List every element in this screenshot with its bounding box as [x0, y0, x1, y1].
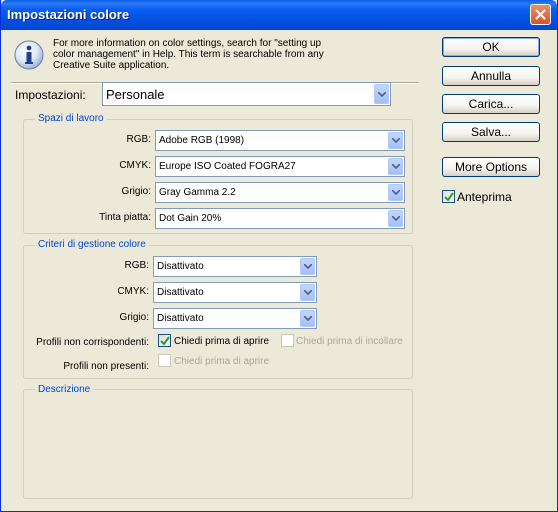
- policy-rgb-label: RGB:: [124, 260, 149, 271]
- ok-button[interactable]: OK: [442, 37, 540, 57]
- policy-gray-dropdown-arrow[interactable]: [300, 310, 315, 327]
- policies-title: Criteri di gestione colore: [35, 239, 149, 250]
- description-area: [29, 396, 413, 494]
- ws-cmyk-select[interactable]: Europe ISO Coated FOGRA27: [155, 156, 405, 177]
- settings-dropdown-arrow[interactable]: [374, 84, 389, 104]
- cancel-button[interactable]: Annulla: [442, 66, 540, 86]
- working-spaces-title: Spazi di lavoro: [35, 113, 107, 124]
- chevron-down-icon: [378, 92, 386, 97]
- missing-open-label[interactable]: Chiedi prima di aprire: [174, 356, 269, 367]
- info-icon: [14, 40, 44, 70]
- settings-label-text: Impostazioni:: [15, 88, 86, 102]
- ws-cmyk-value: Europe ISO Coated FOGRA27: [159, 161, 296, 172]
- policy-rgb-dropdown-arrow[interactable]: [300, 258, 315, 275]
- dialog-window: Impostazioni colore For more information…: [0, 0, 558, 512]
- mismatch-label: Profili non corrispondenti:: [36, 337, 149, 348]
- policy-gray-label: Grigio:: [119, 312, 149, 323]
- ws-gray-label: Grigio:: [121, 186, 151, 197]
- mismatch-paste-checkbox[interactable]: [281, 334, 294, 347]
- ws-rgb-select[interactable]: Adobe RGB (1998): [155, 130, 405, 151]
- info-text: For more information on color settings, …: [53, 38, 343, 71]
- ws-spot-dropdown-arrow[interactable]: [388, 210, 403, 227]
- save-button[interactable]: Salva...: [442, 122, 540, 142]
- ws-rgb-dropdown-arrow[interactable]: [388, 132, 403, 149]
- ws-gray-dropdown-arrow[interactable]: [388, 184, 403, 201]
- chevron-down-icon: [392, 164, 400, 169]
- close-button[interactable]: [530, 4, 551, 25]
- missing-open-checkbox[interactable]: [158, 354, 171, 367]
- mismatch-open-label[interactable]: Chiedi prima di aprire: [174, 336, 269, 347]
- window-title: Impostazioni colore: [7, 7, 130, 22]
- ws-rgb-value: Adobe RGB (1998): [159, 135, 245, 146]
- ws-spot-select[interactable]: Dot Gain 20%: [155, 208, 405, 229]
- chevron-down-icon: [392, 216, 400, 221]
- policy-rgb-select[interactable]: Disattivato: [153, 256, 317, 277]
- title-bar[interactable]: Impostazioni colore: [1, 0, 557, 30]
- policy-cmyk-value: Disattivato: [157, 287, 204, 298]
- more-options-button[interactable]: More Options: [442, 157, 540, 177]
- policy-gray-select[interactable]: Disattivato: [153, 308, 317, 329]
- ws-spot-label: Tinta piatta:: [99, 212, 151, 223]
- mismatch-paste-label[interactable]: Chiedi prima di incollare: [296, 336, 403, 347]
- policy-cmyk-label: CMYK:: [117, 286, 149, 297]
- policy-cmyk-dropdown-arrow[interactable]: [300, 284, 315, 301]
- mismatch-open-checkbox[interactable]: [158, 334, 171, 347]
- chevron-down-icon: [392, 190, 400, 195]
- description-title: Descrizione: [35, 384, 94, 395]
- preview-label[interactable]: Anteprima: [457, 190, 512, 204]
- checkmark-icon: [160, 336, 170, 346]
- policy-rgb-value: Disattivato: [157, 261, 204, 272]
- chevron-down-icon: [304, 316, 312, 321]
- chevron-down-icon: [304, 290, 312, 295]
- info-text-line: For more information on color settings, …: [53, 38, 322, 49]
- close-icon: [535, 9, 546, 20]
- settings-label: Impostazioni:: [15, 88, 86, 102]
- checkmark-icon: [444, 192, 454, 202]
- ws-rgb-label: RGB:: [126, 134, 151, 145]
- ws-gray-select[interactable]: Gray Gamma 2.2: [155, 182, 405, 203]
- policy-cmyk-select[interactable]: Disattivato: [153, 282, 317, 303]
- chevron-down-icon: [392, 138, 400, 143]
- settings-select[interactable]: Personale: [102, 82, 391, 106]
- ws-spot-value: Dot Gain 20%: [159, 213, 222, 224]
- info-text-line: color management" in Help. This term is …: [53, 49, 324, 60]
- info-text-line: Creative Suite application.: [53, 60, 170, 71]
- ws-gray-value: Gray Gamma 2.2: [159, 187, 236, 198]
- load-button[interactable]: Carica...: [442, 94, 540, 114]
- policy-gray-value: Disattivato: [157, 313, 204, 324]
- settings-value: Personale: [106, 87, 165, 102]
- preview-checkbox[interactable]: [442, 190, 455, 203]
- ws-cmyk-dropdown-arrow[interactable]: [388, 158, 403, 175]
- ws-cmyk-label: CMYK:: [119, 160, 151, 171]
- chevron-down-icon: [304, 264, 312, 269]
- missing-label: Profili non presenti:: [63, 361, 149, 372]
